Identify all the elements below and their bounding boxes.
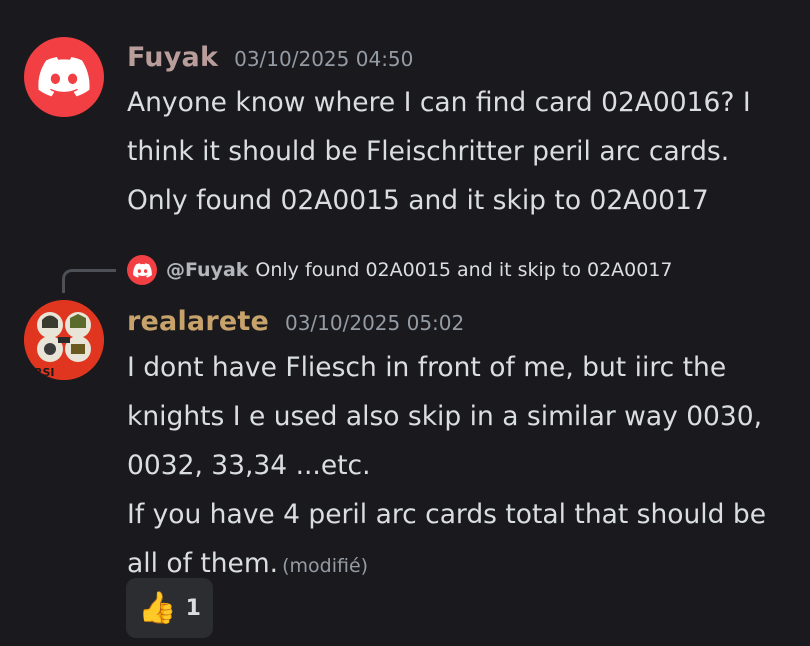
timestamp: 03/10/2025 05:02 xyxy=(284,311,465,335)
username[interactable]: realarete xyxy=(127,306,269,337)
discord-logo-icon xyxy=(38,57,90,97)
avatar[interactable]: RSI xyxy=(24,300,104,380)
reply-preview[interactable]: @Fuyak Only found 02A0015 and it skip to… xyxy=(127,254,673,286)
reaction-count: 1 xyxy=(185,595,201,621)
edited-label: (modifié) xyxy=(282,555,369,577)
reply-mention[interactable]: @Fuyak xyxy=(166,259,248,281)
message-content: Anyone know where I can find card 02A001… xyxy=(127,78,797,225)
thumbs-up-icon: 👍 xyxy=(138,589,177,626)
reply-avatar xyxy=(127,255,157,285)
reply-spine xyxy=(62,269,116,293)
custom-avatar-icon: RSI xyxy=(24,300,104,380)
discord-logo-icon xyxy=(132,262,152,278)
message-content: I dont have Fliesch in front of me, but … xyxy=(127,343,797,591)
message-line-with-edit: If you have 4 peril arc cards total that… xyxy=(127,490,797,591)
message-line: I dont have Fliesch in front of me, but … xyxy=(127,352,763,481)
chat-log: Fuyak 03/10/2025 04:50 Anyone know where… xyxy=(0,0,810,646)
avatar-label: RSI xyxy=(34,366,55,379)
username[interactable]: Fuyak xyxy=(127,42,218,73)
message-header: Fuyak 03/10/2025 04:50 xyxy=(127,42,413,73)
message-line: Only found 02A0015 and it skip to 02A001… xyxy=(127,185,709,216)
timestamp: 03/10/2025 04:50 xyxy=(234,47,414,71)
message-line: If you have 4 peril arc cards total that… xyxy=(127,499,767,579)
message-header: realarete 03/10/2025 05:02 xyxy=(127,306,464,337)
avatar[interactable] xyxy=(24,37,104,117)
reply-text[interactable]: Only found 02A0015 and it skip to 02A001… xyxy=(255,259,672,281)
reaction-thumbs-up[interactable]: 👍 1 xyxy=(126,578,213,638)
message-line: Anyone know where I can find card 02A001… xyxy=(127,87,751,167)
